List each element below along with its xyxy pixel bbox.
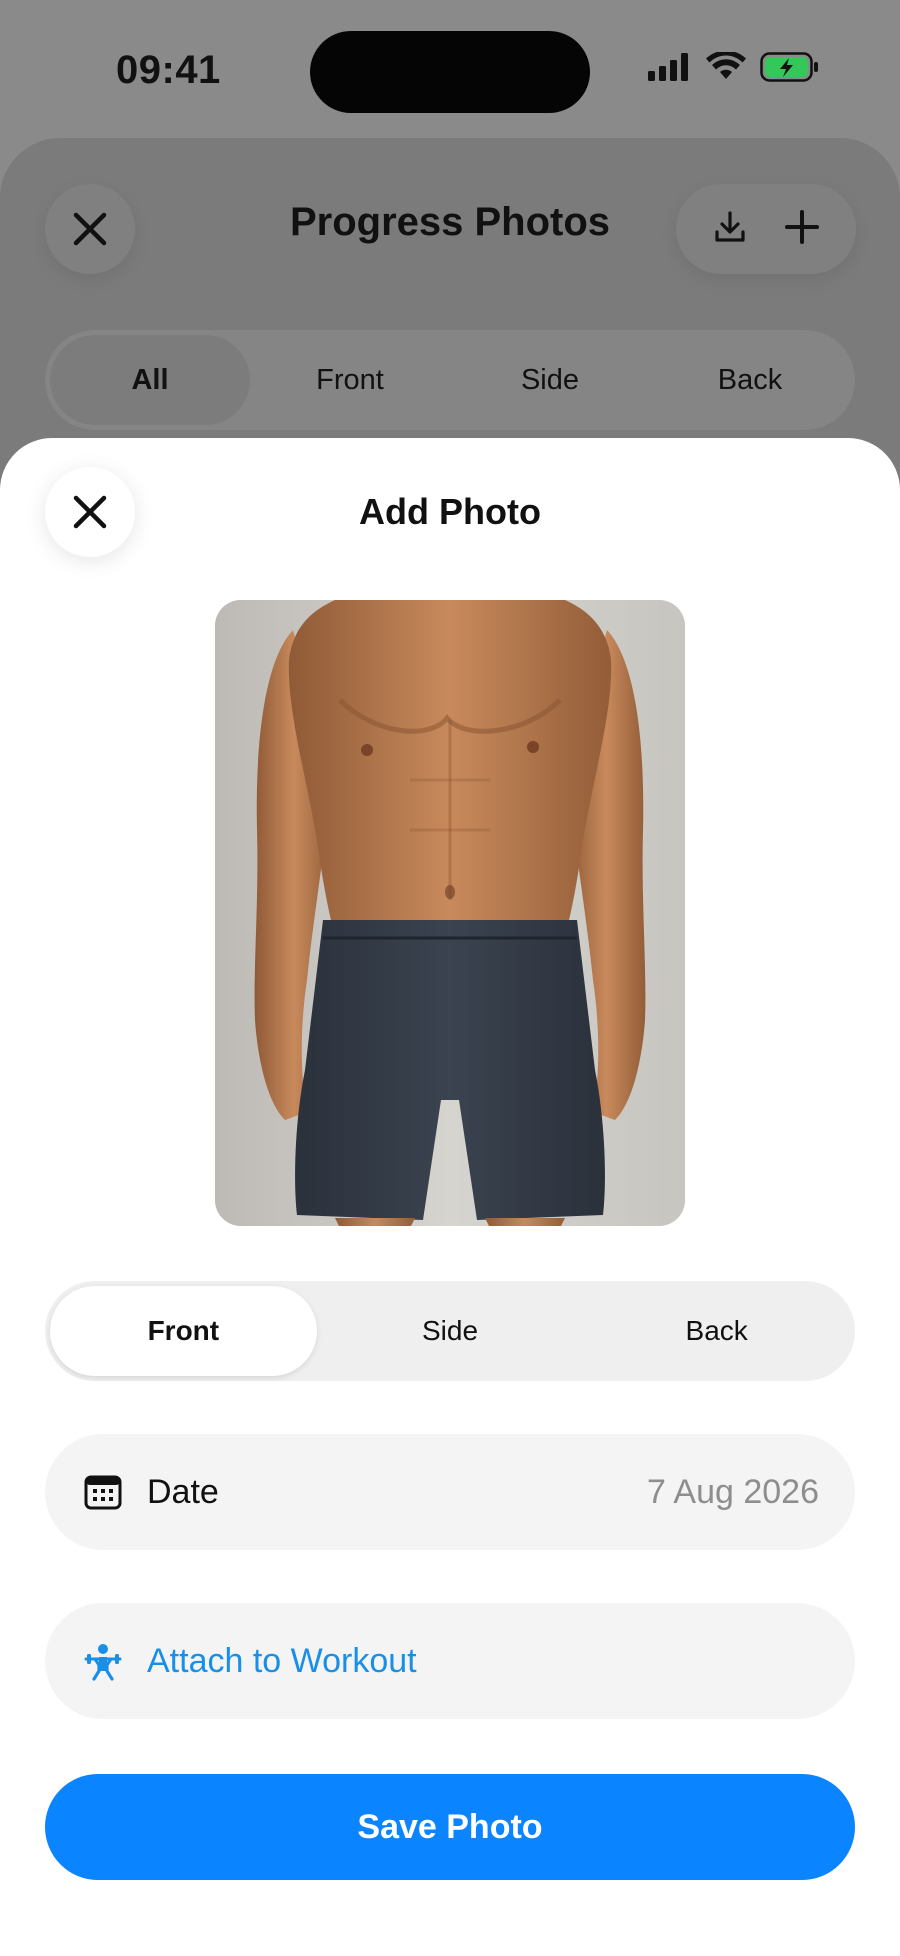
date-row[interactable]: Date 7 Aug 2026 <box>45 1434 855 1550</box>
dynamic-island <box>310 31 590 113</box>
pose-segmented-control: Front Side Back <box>45 1281 855 1381</box>
pose-option-front[interactable]: Front <box>50 1286 317 1376</box>
wifi-icon <box>706 52 746 79</box>
body-photo-image <box>215 600 685 1226</box>
date-value: 7 Aug 2026 <box>646 1472 819 1511</box>
cellular-signal-icon <box>648 53 688 81</box>
background-actions-group <box>676 184 856 274</box>
battery-charging-icon <box>760 52 818 82</box>
background-filter-tabs: All Front Side Back <box>45 330 855 430</box>
attach-to-workout-label: Attach to Workout <box>147 1641 417 1680</box>
download-icon <box>714 210 745 242</box>
status-bar: 09:41 <box>0 0 900 140</box>
status-icons <box>648 52 820 82</box>
tab-all[interactable]: All <box>50 335 250 425</box>
add-button[interactable] <box>784 209 820 250</box>
calendar-icon <box>81 1470 125 1514</box>
tab-front[interactable]: Front <box>250 335 450 425</box>
save-photo-button[interactable]: Save Photo <box>45 1774 855 1880</box>
status-time: 09:41 <box>116 48 221 92</box>
sheet-title: Add Photo <box>359 491 541 532</box>
plus-icon <box>784 209 819 244</box>
photo-preview <box>215 600 685 1226</box>
attach-to-workout-row[interactable]: Attach to Workout <box>45 1603 855 1719</box>
pose-option-back[interactable]: Back <box>583 1286 850 1376</box>
date-label: Date <box>147 1472 219 1511</box>
pose-option-side[interactable]: Side <box>317 1286 584 1376</box>
weightlifter-icon <box>81 1639 125 1683</box>
tab-back[interactable]: Back <box>650 335 850 425</box>
download-button[interactable] <box>713 210 747 249</box>
tab-side[interactable]: Side <box>450 335 650 425</box>
